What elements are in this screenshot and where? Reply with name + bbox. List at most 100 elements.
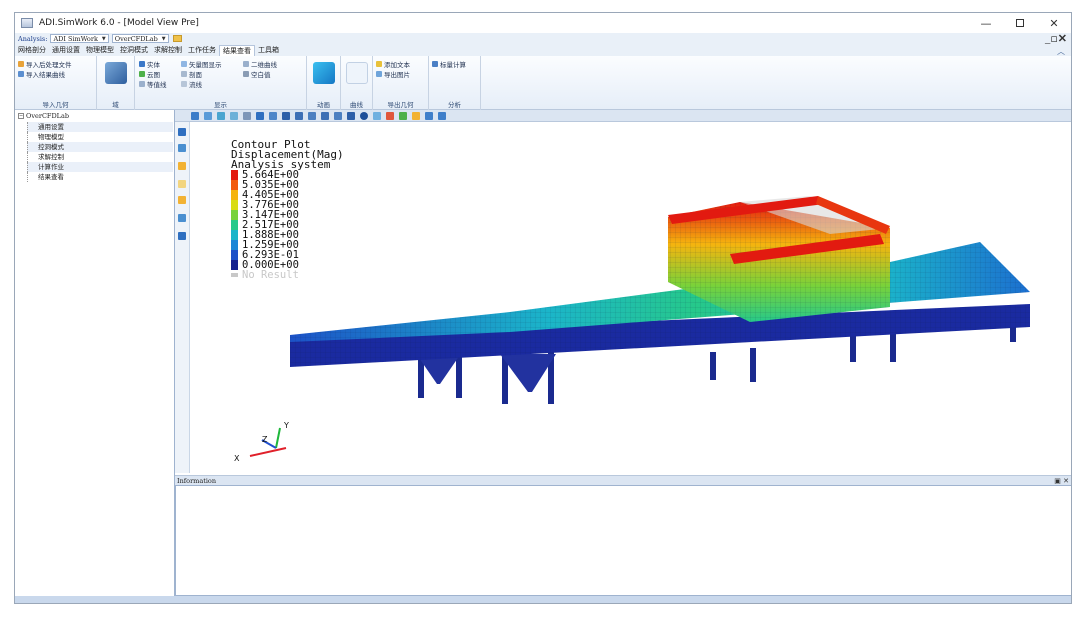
measure-icon[interactable] (243, 111, 251, 120)
grid-icon[interactable] (178, 144, 186, 152)
folder-icon[interactable] (172, 35, 182, 42)
import-postprocess-button[interactable]: 导入后处理文件 (18, 59, 72, 69)
project-select[interactable]: OverCFDLab ▼ (111, 34, 169, 43)
contour-legend: Contour Plot Displacement(Mag) Analysis … (231, 139, 344, 280)
scalar-calc-button[interactable]: 标量计算 (432, 59, 466, 69)
tab-toolbox[interactable]: 工具箱 (255, 45, 282, 56)
maximize-icon (1016, 19, 1024, 27)
chevron-down-icon: ▼ (161, 35, 166, 42)
chevron-down-icon: ▼ (101, 35, 106, 42)
blank-value-icon (243, 71, 249, 77)
tab-control-mode[interactable]: 控洞模式 (117, 45, 151, 56)
minimize-button[interactable]: — (969, 13, 1003, 33)
pan-icon[interactable] (230, 111, 238, 120)
view-back-icon[interactable] (295, 111, 303, 120)
contour-icon (139, 71, 145, 77)
folder-icon[interactable] (412, 111, 420, 120)
zoom-box-icon[interactable] (204, 111, 212, 120)
import-group-label: 导入几何 (42, 101, 69, 109)
curve-chart-icon[interactable] (346, 62, 368, 84)
view-right-icon[interactable] (321, 111, 329, 120)
animation-icon[interactable] (313, 62, 335, 84)
info-panel-body[interactable] (175, 485, 1071, 596)
legend-swatch (231, 170, 238, 180)
view-bottom-icon[interactable] (347, 111, 355, 120)
view-iso-icon[interactable] (360, 111, 368, 120)
add-text-button[interactable]: 添加文本 (376, 59, 410, 69)
coordinate-triad: X Y Z (234, 421, 289, 463)
status-bar (15, 596, 1071, 603)
axes-icon[interactable] (438, 111, 446, 120)
grid-icon[interactable] (425, 111, 433, 120)
tab-jobs[interactable]: 工作任务 (185, 45, 219, 56)
display-group: 实体 云图 等值线 矢量图显示 剖面 流线 二维曲线 空白值 显示 (135, 56, 307, 110)
analysis-select-value: ADI SimWork (53, 34, 98, 43)
grid-icon[interactable] (178, 214, 186, 222)
animation-group: 动画 (307, 56, 341, 110)
import-group: 导入后处理文件 导入结果曲线 导入几何 (15, 56, 97, 110)
folder-icon[interactable] (178, 162, 186, 170)
vector-display-button[interactable]: 矢量图显示 (181, 59, 222, 69)
streamline-button[interactable]: 流线 (181, 79, 202, 89)
legend-swatch (231, 190, 238, 200)
model-viewport[interactable]: X Y Z Contour Plot Displacement(Mag) Ana… (190, 122, 1071, 473)
rotate-icon[interactable] (217, 111, 225, 120)
analysis-select[interactable]: ADI SimWork ▼ (50, 34, 109, 43)
center-icon[interactable] (373, 111, 381, 120)
domain-group-label: 域 (112, 101, 119, 109)
tree-item-general-settings[interactable]: 通用设置 (27, 122, 173, 132)
project-select-value: OverCFDLab (114, 34, 158, 43)
document-icon[interactable] (178, 180, 186, 188)
info-panel-header: Information ▣ ✕ (175, 475, 1071, 485)
tree-item-physics-model[interactable]: 物理模型 (27, 132, 173, 142)
isoline-button[interactable]: 等值线 (139, 79, 167, 89)
axes-icon[interactable] (178, 128, 186, 136)
view-front-icon[interactable] (282, 111, 290, 120)
analysis-label: Analysis: (18, 34, 48, 43)
collapse-icon[interactable]: − (18, 113, 24, 119)
tab-results[interactable]: 结果查看 (219, 45, 255, 56)
close-button[interactable]: ✕ (1037, 13, 1071, 33)
tree-item-results[interactable]: 结果查看 (27, 172, 173, 182)
select-icon[interactable] (256, 111, 264, 120)
export-image-button[interactable]: 导出图片 (376, 69, 410, 79)
tree-item-control-mode[interactable]: 控洞模式 (27, 142, 173, 152)
tab-solver-control[interactable]: 求解控制 (151, 45, 185, 56)
refresh-icon[interactable] (399, 111, 407, 120)
x-axis-label: X (234, 454, 240, 463)
section-icon (181, 71, 187, 77)
tree-item-jobs[interactable]: 计算作业 (27, 162, 173, 172)
folder-icon[interactable] (178, 196, 186, 204)
axis-icon[interactable] (386, 111, 394, 120)
ribbon: 导入后处理文件 导入结果曲线 导入几何 域 实体 云图 等值线 矢量图显示 剖面… (15, 56, 1071, 110)
tree-root[interactable]: − OverCFDLab (18, 112, 69, 120)
analysis-group-label: 分析 (448, 101, 461, 109)
tab-physics-model[interactable]: 物理模型 (83, 45, 117, 56)
vector-icon (181, 61, 187, 67)
contour-button[interactable]: 云图 (139, 69, 160, 79)
view-top-icon[interactable] (334, 111, 342, 120)
y-axis-label: Y (283, 421, 289, 430)
tab-general-settings[interactable]: 通用设置 (49, 45, 83, 56)
solid-button[interactable]: 实体 (139, 59, 160, 69)
legend-rows: 5.664E+00 5.035E+00 4.405E+00 3.776E+00 3.14… (231, 170, 344, 270)
box-select-icon[interactable] (269, 111, 277, 120)
legend-swatch (231, 220, 238, 230)
view-left-icon[interactable] (308, 111, 316, 120)
fit-view-icon[interactable] (191, 111, 199, 120)
export-image-icon (376, 71, 382, 77)
import-curve-button[interactable]: 导入结果曲线 (18, 69, 65, 79)
tree-root-label: OverCFDLab (26, 112, 70, 120)
2d-curve-icon (243, 61, 249, 67)
mdi-window-controls[interactable]: _▫✕ (1045, 33, 1067, 44)
domain-icon[interactable] (105, 62, 127, 84)
tree-item-solver-control[interactable]: 求解控制 (27, 152, 173, 162)
axes-icon[interactable] (178, 232, 186, 240)
2d-curve-button[interactable]: 二维曲线 (243, 59, 277, 69)
streamline-icon (181, 81, 187, 87)
curve-icon (18, 71, 24, 77)
maximize-button[interactable] (1003, 13, 1037, 33)
section-button[interactable]: 剖面 (181, 69, 202, 79)
tab-mesh[interactable]: 网格剖分 (15, 45, 49, 56)
blank-value-button[interactable]: 空白值 (243, 69, 271, 79)
